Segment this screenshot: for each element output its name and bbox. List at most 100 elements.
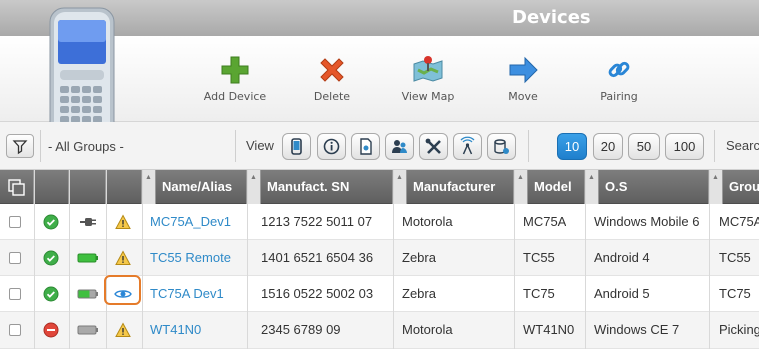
database-icon [494, 139, 509, 154]
row-checkbox[interactable] [9, 252, 21, 264]
pairing-label: Pairing [600, 90, 638, 103]
status-column-header [34, 170, 69, 204]
warning-icon[interactable] [115, 214, 131, 230]
add-device-button[interactable]: Add Device [190, 54, 280, 103]
alert-column-header [106, 170, 142, 204]
plus-icon [221, 56, 249, 84]
phone-icon [291, 138, 302, 155]
delete-button[interactable]: Delete [287, 54, 377, 103]
column-label: O.S [605, 179, 628, 194]
add-device-label: Add Device [203, 90, 267, 103]
cell-group: TC55 [719, 250, 751, 265]
antenna-icon [460, 136, 475, 155]
group-filter-select[interactable]: - All Groups - [48, 139, 124, 154]
battery-empty-icon [77, 325, 98, 335]
battery-full-icon [77, 253, 98, 263]
table-row[interactable]: TC55 Remote 1401 6521 6504 36 Zebra TC55… [0, 240, 759, 276]
column-divider [247, 170, 248, 349]
row-checkbox[interactable] [9, 288, 21, 300]
link-chain-icon [608, 61, 630, 78]
cell-group: TC75 [719, 286, 751, 301]
column-model[interactable]: Model [514, 170, 585, 204]
status-ok-icon [43, 214, 59, 230]
page-size-20[interactable]: 20 [593, 133, 623, 160]
device-name-link[interactable]: MC75A_Dev1 [150, 204, 231, 240]
page-size-10[interactable]: 10 [557, 133, 587, 160]
sort-arrow-icon[interactable] [247, 170, 261, 204]
sort-arrow-icon[interactable] [585, 170, 599, 204]
tools-icon [425, 138, 441, 154]
select-all-cell[interactable] [0, 170, 34, 204]
cell-model: TC75 [523, 286, 555, 301]
pairing-button[interactable]: Pairing [574, 54, 664, 103]
cell-sn: 1401 6521 6504 36 [261, 250, 374, 265]
view-map-label: View Map [401, 90, 455, 103]
column-label: Manufacturer [413, 179, 496, 194]
column-divider [34, 170, 35, 349]
device-name-link[interactable]: WT41N0 [150, 312, 201, 348]
column-os[interactable]: O.S [585, 170, 709, 204]
column-manufact-sn[interactable]: Manufact. SN [247, 170, 393, 204]
filter-button[interactable] [6, 134, 34, 158]
view-phone-button[interactable] [282, 133, 311, 160]
power-plug-icon [80, 218, 96, 226]
document-icon [360, 138, 372, 155]
column-manufacturer[interactable]: Manufacturer [393, 170, 514, 204]
funnel-icon [12, 140, 28, 155]
divider [235, 130, 236, 162]
arrow-right-icon [509, 56, 538, 84]
cell-group: MC75A [719, 214, 759, 229]
warning-icon[interactable] [115, 322, 131, 338]
sort-arrow-icon[interactable] [142, 170, 156, 204]
cell-model: MC75A [523, 214, 567, 229]
page-title: Devices [512, 7, 591, 28]
cell-group: Picking [719, 322, 759, 337]
cell-manufacturer: Zebra [402, 250, 436, 265]
column-label: Grou [729, 179, 759, 194]
column-divider [393, 170, 394, 349]
column-label: Name/Alias [162, 179, 233, 194]
cell-sn: 2345 6789 09 [261, 322, 341, 337]
sort-arrow-icon[interactable] [514, 170, 528, 204]
cell-sn: 1516 0522 5002 03 [261, 286, 374, 301]
table-row[interactable]: WT41N0 2345 6789 09 Motorola WT41N0 Wind… [0, 312, 759, 349]
column-name-alias[interactable]: Name/Alias [142, 170, 247, 204]
view-database-button[interactable] [487, 133, 516, 160]
page-size-100[interactable]: 100 [665, 133, 704, 160]
view-map-button[interactable]: View Map [383, 54, 473, 103]
sort-arrow-icon[interactable] [393, 170, 407, 204]
row-checkbox[interactable] [9, 216, 21, 228]
cell-os: Android 5 [594, 286, 650, 301]
status-blocked-icon [43, 322, 59, 338]
map-icon [413, 56, 443, 82]
view-antenna-button[interactable] [453, 133, 482, 160]
view-info-button[interactable] [317, 133, 346, 160]
cell-os: Windows Mobile 6 [594, 214, 700, 229]
divider [528, 130, 529, 162]
column-divider [106, 170, 107, 349]
filter-bar: - All Groups - View 10 20 50 100 Searc [0, 122, 759, 170]
column-divider [514, 170, 515, 349]
page-size-50[interactable]: 50 [628, 133, 660, 160]
divider [714, 130, 715, 162]
column-group[interactable]: Grou [709, 170, 759, 204]
warning-icon[interactable] [115, 250, 131, 266]
move-button[interactable]: Move [478, 54, 568, 103]
table-row[interactable]: MC75A_Dev1 1213 7522 5011 07 Motorola MC… [0, 204, 759, 240]
delete-x-icon [320, 58, 344, 82]
table-header: Name/Alias Manufact. SN Manufacturer Mod… [0, 170, 759, 204]
cell-manufacturer: Motorola [402, 214, 453, 229]
info-icon [323, 138, 340, 155]
sort-arrow-icon[interactable] [709, 170, 723, 204]
device-name-link[interactable]: TC55 Remote [150, 240, 231, 276]
column-divider [709, 170, 710, 349]
view-tools-button[interactable] [419, 133, 448, 160]
view-users-button[interactable] [385, 133, 414, 160]
row-checkbox[interactable] [9, 324, 21, 336]
cell-sn: 1213 7522 5011 07 [261, 214, 373, 229]
divider [40, 130, 41, 162]
device-name-link[interactable]: TC75A Dev1 [150, 276, 224, 312]
search-label: Searc [726, 138, 759, 153]
cell-manufacturer: Zebra [402, 286, 436, 301]
view-document-button[interactable] [351, 133, 380, 160]
